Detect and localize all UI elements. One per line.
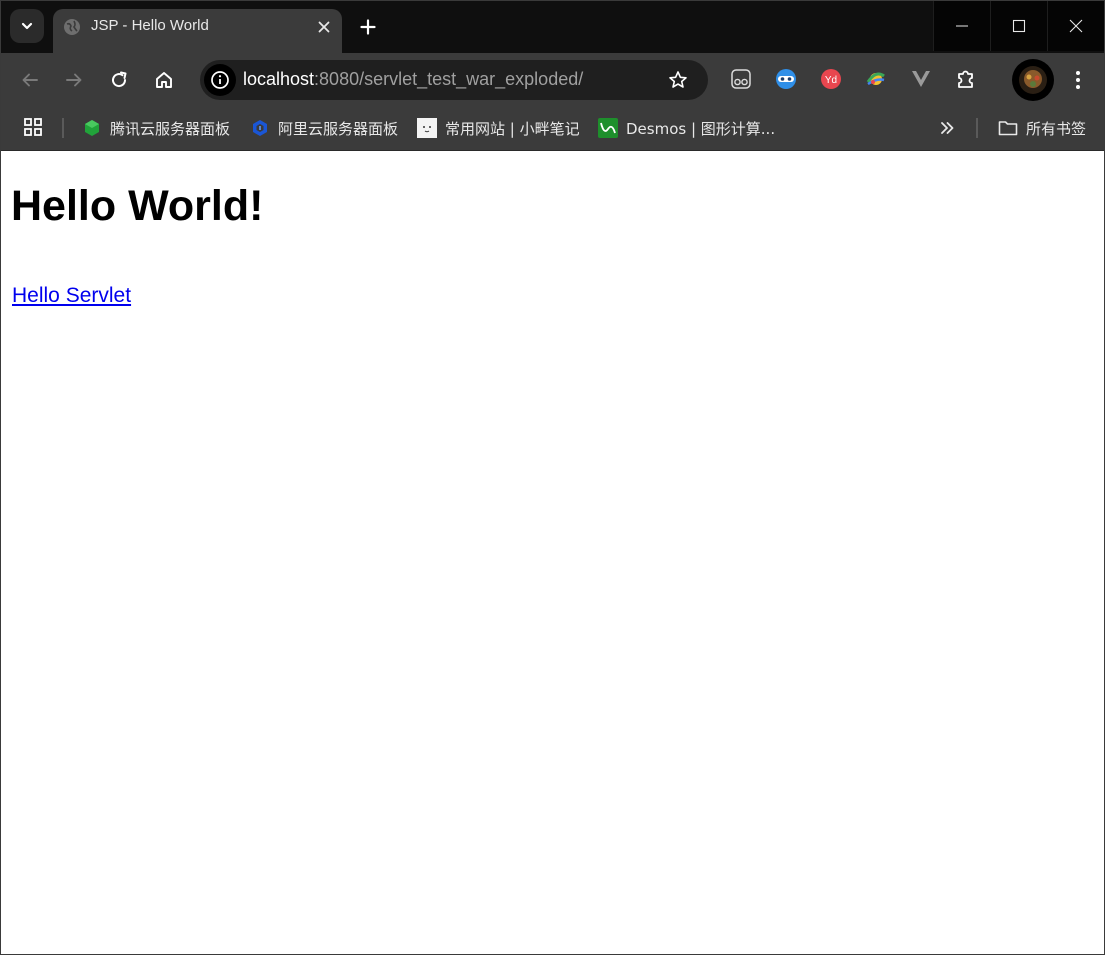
bookmark-label: 腾讯云服务器面板 xyxy=(110,119,231,138)
bookmarks-separator xyxy=(62,118,64,138)
page-viewport: Hello World! Hello Servlet xyxy=(1,152,1104,954)
back-button[interactable] xyxy=(15,65,45,95)
chevron-down-icon xyxy=(21,22,33,30)
close-icon xyxy=(318,21,330,33)
bookmark-star-button[interactable] xyxy=(666,68,690,92)
youdao-icon: Yd xyxy=(821,69,841,89)
bookmark-item[interactable]: 常用网站 | 小畔笔记 xyxy=(417,114,580,142)
bookmark-item[interactable]: 阿里云服务器面板 xyxy=(250,114,398,142)
profile-avatar-button[interactable] xyxy=(1012,59,1054,101)
minimize-icon xyxy=(956,25,968,27)
extension-mask-button[interactable] xyxy=(774,67,798,91)
desmos-icon xyxy=(598,118,618,138)
close-window-button[interactable] xyxy=(1047,1,1104,51)
url-host: localhost xyxy=(243,69,315,89)
address-bar[interactable]: localhost:8080/servlet_test_war_exploded… xyxy=(200,60,708,100)
puzzle-icon xyxy=(958,70,973,88)
navigation-toolbar: localhost:8080/servlet_test_war_exploded… xyxy=(1,53,1104,106)
extension-youdao-button[interactable]: Yd xyxy=(819,67,843,91)
bookmark-item[interactable]: 腾讯云服务器面板 xyxy=(82,114,230,142)
tab-active[interactable]: JSP - Hello World xyxy=(53,9,342,53)
folder-icon xyxy=(998,118,1018,138)
all-bookmarks-button[interactable]: 所有书签 xyxy=(998,114,1086,142)
avatar xyxy=(1019,66,1047,94)
extensions-button[interactable] xyxy=(954,67,978,91)
bookmarks-bar: 腾讯云服务器面板 阿里云服务器面板 常用网站 | 小畔笔记 Desmos | 图… xyxy=(1,106,1104,151)
extension-colorful-button[interactable] xyxy=(864,67,888,91)
forward-button[interactable] xyxy=(59,65,89,95)
extension-reader-button[interactable] xyxy=(729,67,753,91)
window-controls xyxy=(933,1,1104,51)
tab-title: JSP - Hello World xyxy=(91,17,209,34)
minimize-button[interactable] xyxy=(933,1,990,51)
star-icon xyxy=(669,71,687,88)
apps-grid-icon[interactable] xyxy=(22,116,44,138)
tab-strip: JSP - Hello World xyxy=(1,1,1104,53)
kebab-menu-icon xyxy=(1076,71,1080,89)
browser-menu-button[interactable] xyxy=(1066,66,1090,94)
extension-vue-button[interactable] xyxy=(909,67,933,91)
bookmark-item[interactable]: Desmos | 图形计算... xyxy=(598,114,775,142)
colorful-swirl-icon xyxy=(866,72,885,86)
arrow-left-icon xyxy=(22,73,38,87)
info-icon xyxy=(211,71,229,89)
bookmark-label: 常用网站 | 小畔笔记 xyxy=(445,119,580,138)
reload-icon xyxy=(112,71,127,88)
url-path: :8080/servlet_test_war_exploded/ xyxy=(314,69,584,89)
hello-servlet-link[interactable]: Hello Servlet xyxy=(12,284,131,308)
tencent-cloud-icon xyxy=(82,118,102,138)
all-bookmarks-label: 所有书签 xyxy=(1026,119,1087,138)
bookmark-label: 阿里云服务器面板 xyxy=(278,119,399,138)
maximize-button[interactable] xyxy=(990,1,1047,51)
bookmarks-overflow-button[interactable] xyxy=(935,116,959,140)
mask-icon xyxy=(776,69,796,89)
globe-icon xyxy=(64,19,80,35)
aliyun-icon xyxy=(250,118,270,138)
svg-text:Yd: Yd xyxy=(825,75,837,86)
vue-icon xyxy=(912,71,930,87)
site-info-button[interactable] xyxy=(204,64,236,96)
url-text[interactable]: localhost:8080/servlet_test_war_exploded… xyxy=(243,69,583,90)
home-icon xyxy=(156,72,172,88)
arrow-right-icon xyxy=(66,73,82,87)
plus-icon xyxy=(360,19,376,35)
tab-search-button[interactable] xyxy=(10,9,44,43)
browser-window: JSP - Hello World localhost:8080/servlet… xyxy=(0,0,1105,955)
new-tab-button[interactable] xyxy=(353,12,383,42)
glasses-icon xyxy=(731,69,751,89)
reload-button[interactable] xyxy=(104,65,134,95)
chevron-double-right-icon xyxy=(941,122,954,134)
maximize-icon xyxy=(1012,19,1026,33)
notes-icon xyxy=(417,118,437,138)
bookmark-label: Desmos | 图形计算... xyxy=(626,119,776,138)
tab-close-button[interactable] xyxy=(312,15,336,39)
page-heading: Hello World! xyxy=(11,182,264,230)
home-button[interactable] xyxy=(149,65,179,95)
bookmarks-separator xyxy=(976,118,978,138)
close-icon xyxy=(1069,19,1083,33)
